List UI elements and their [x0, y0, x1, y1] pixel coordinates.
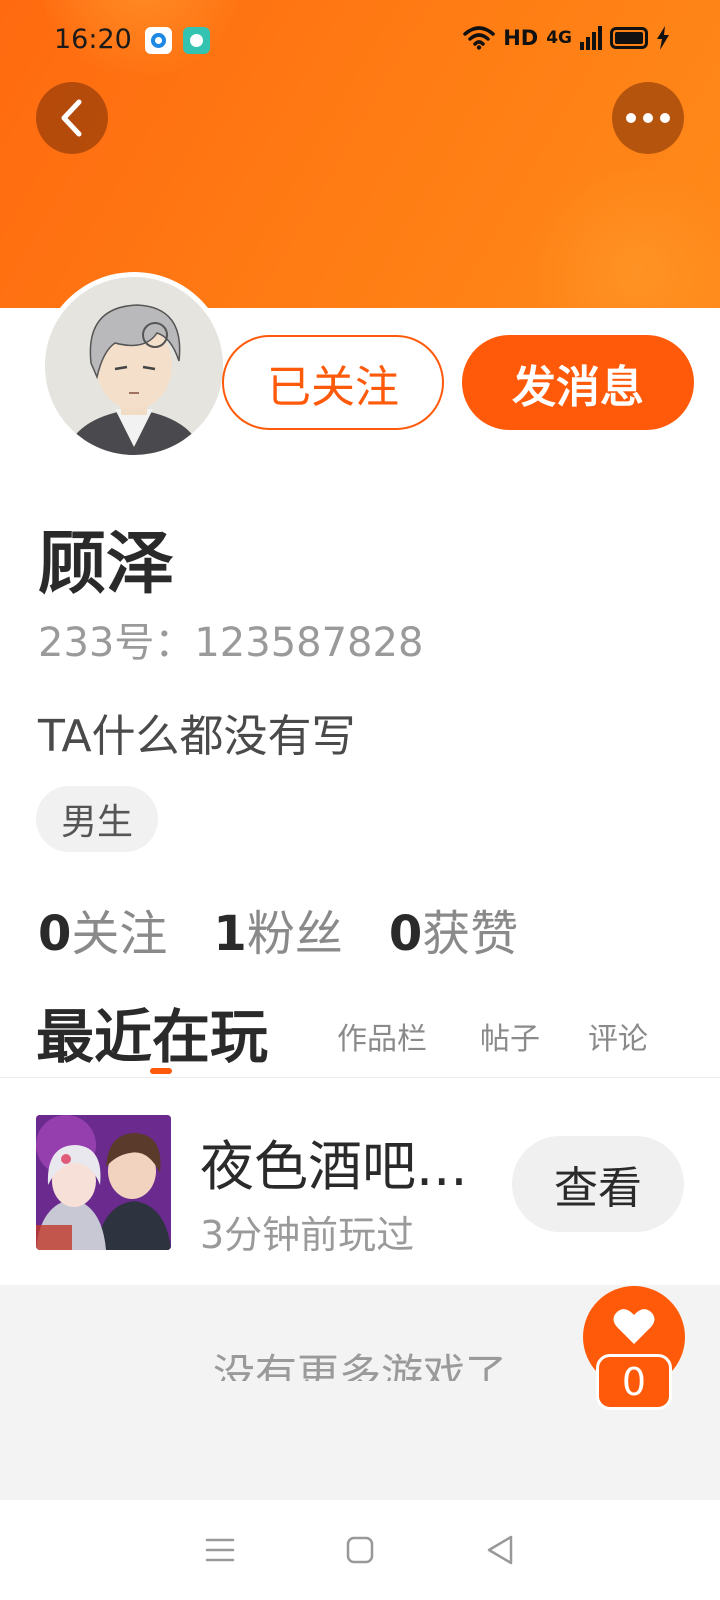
user-stats: 0 关注 1 粉丝 0 获赞: [38, 894, 518, 964]
stat-number: 0: [388, 906, 423, 962]
more-dots-icon: [626, 113, 670, 123]
user-id: 233号：123587828: [38, 620, 424, 666]
user-avatar[interactable]: [40, 272, 228, 460]
notification-app-icon: [183, 27, 210, 54]
back-button[interactable]: [36, 82, 108, 154]
stat-number: 1: [213, 906, 247, 962]
stat-label: 粉丝: [246, 906, 343, 962]
charging-icon: [657, 26, 669, 50]
status-time: 16:20: [54, 24, 132, 55]
more-options-button[interactable]: [612, 82, 684, 154]
no-more-label: 没有更多游戏了: [212, 1350, 507, 1381]
notification-app-icon: [145, 27, 172, 54]
recent-game-item[interactable]: 夜色酒吧... 3分钟前玩过 查看: [0, 1080, 720, 1285]
game-title: 夜色酒吧...: [200, 1135, 468, 1198]
active-tab-indicator: [150, 1068, 172, 1074]
like-count-badge: 0: [596, 1354, 672, 1410]
wifi-icon: [463, 26, 495, 50]
stat-label: 获赞: [422, 906, 519, 962]
network-type-label: HD: [503, 26, 539, 50]
send-message-button[interactable]: 发消息: [462, 335, 694, 430]
tab-works[interactable]: 作品栏: [337, 1014, 427, 1058]
stat-fans[interactable]: 1 粉丝: [213, 894, 342, 964]
chevron-left-icon: [61, 99, 82, 137]
signal-bars-icon: [580, 26, 602, 50]
status-bar: 16:20 HD 4G: [0, 0, 720, 84]
tab-posts[interactable]: 帖子: [480, 1014, 540, 1058]
battery-icon: [610, 27, 648, 49]
system-navigation-bar: [0, 1500, 720, 1600]
home-nav-button[interactable]: [340, 1530, 380, 1570]
game-played-time: 3分钟前玩过: [200, 1213, 415, 1257]
game-cover-image: [36, 1115, 171, 1250]
status-indicators: HD 4G: [463, 26, 670, 50]
profile-page: 16:20 HD 4G 已关注 发消息 顾泽 233号：123587828 TA…: [0, 0, 720, 1600]
tab-recent-playing[interactable]: 最近在玩: [36, 990, 268, 1074]
view-game-button[interactable]: 查看: [512, 1136, 684, 1232]
back-nav-button[interactable]: [480, 1530, 520, 1570]
signal-type-label: 4G: [546, 28, 572, 48]
menu-icon: [205, 1538, 235, 1562]
tab-comments[interactable]: 评论: [588, 1014, 648, 1058]
square-icon: [346, 1536, 374, 1564]
stat-following[interactable]: 0 关注: [38, 894, 167, 964]
menu-nav-button[interactable]: [200, 1530, 240, 1570]
heart-icon: [613, 1309, 655, 1344]
user-name: 顾泽: [38, 525, 175, 604]
stat-number: 0: [38, 906, 72, 962]
triangle-back-icon: [487, 1535, 513, 1565]
stat-label: 关注: [71, 906, 168, 962]
stat-likes[interactable]: 0 获赞: [389, 894, 518, 964]
gender-tag: 男生: [36, 786, 158, 852]
avatar-illustration: [45, 277, 223, 455]
following-button[interactable]: 已关注: [222, 335, 444, 430]
user-bio: TA什么都没有写: [38, 711, 356, 762]
